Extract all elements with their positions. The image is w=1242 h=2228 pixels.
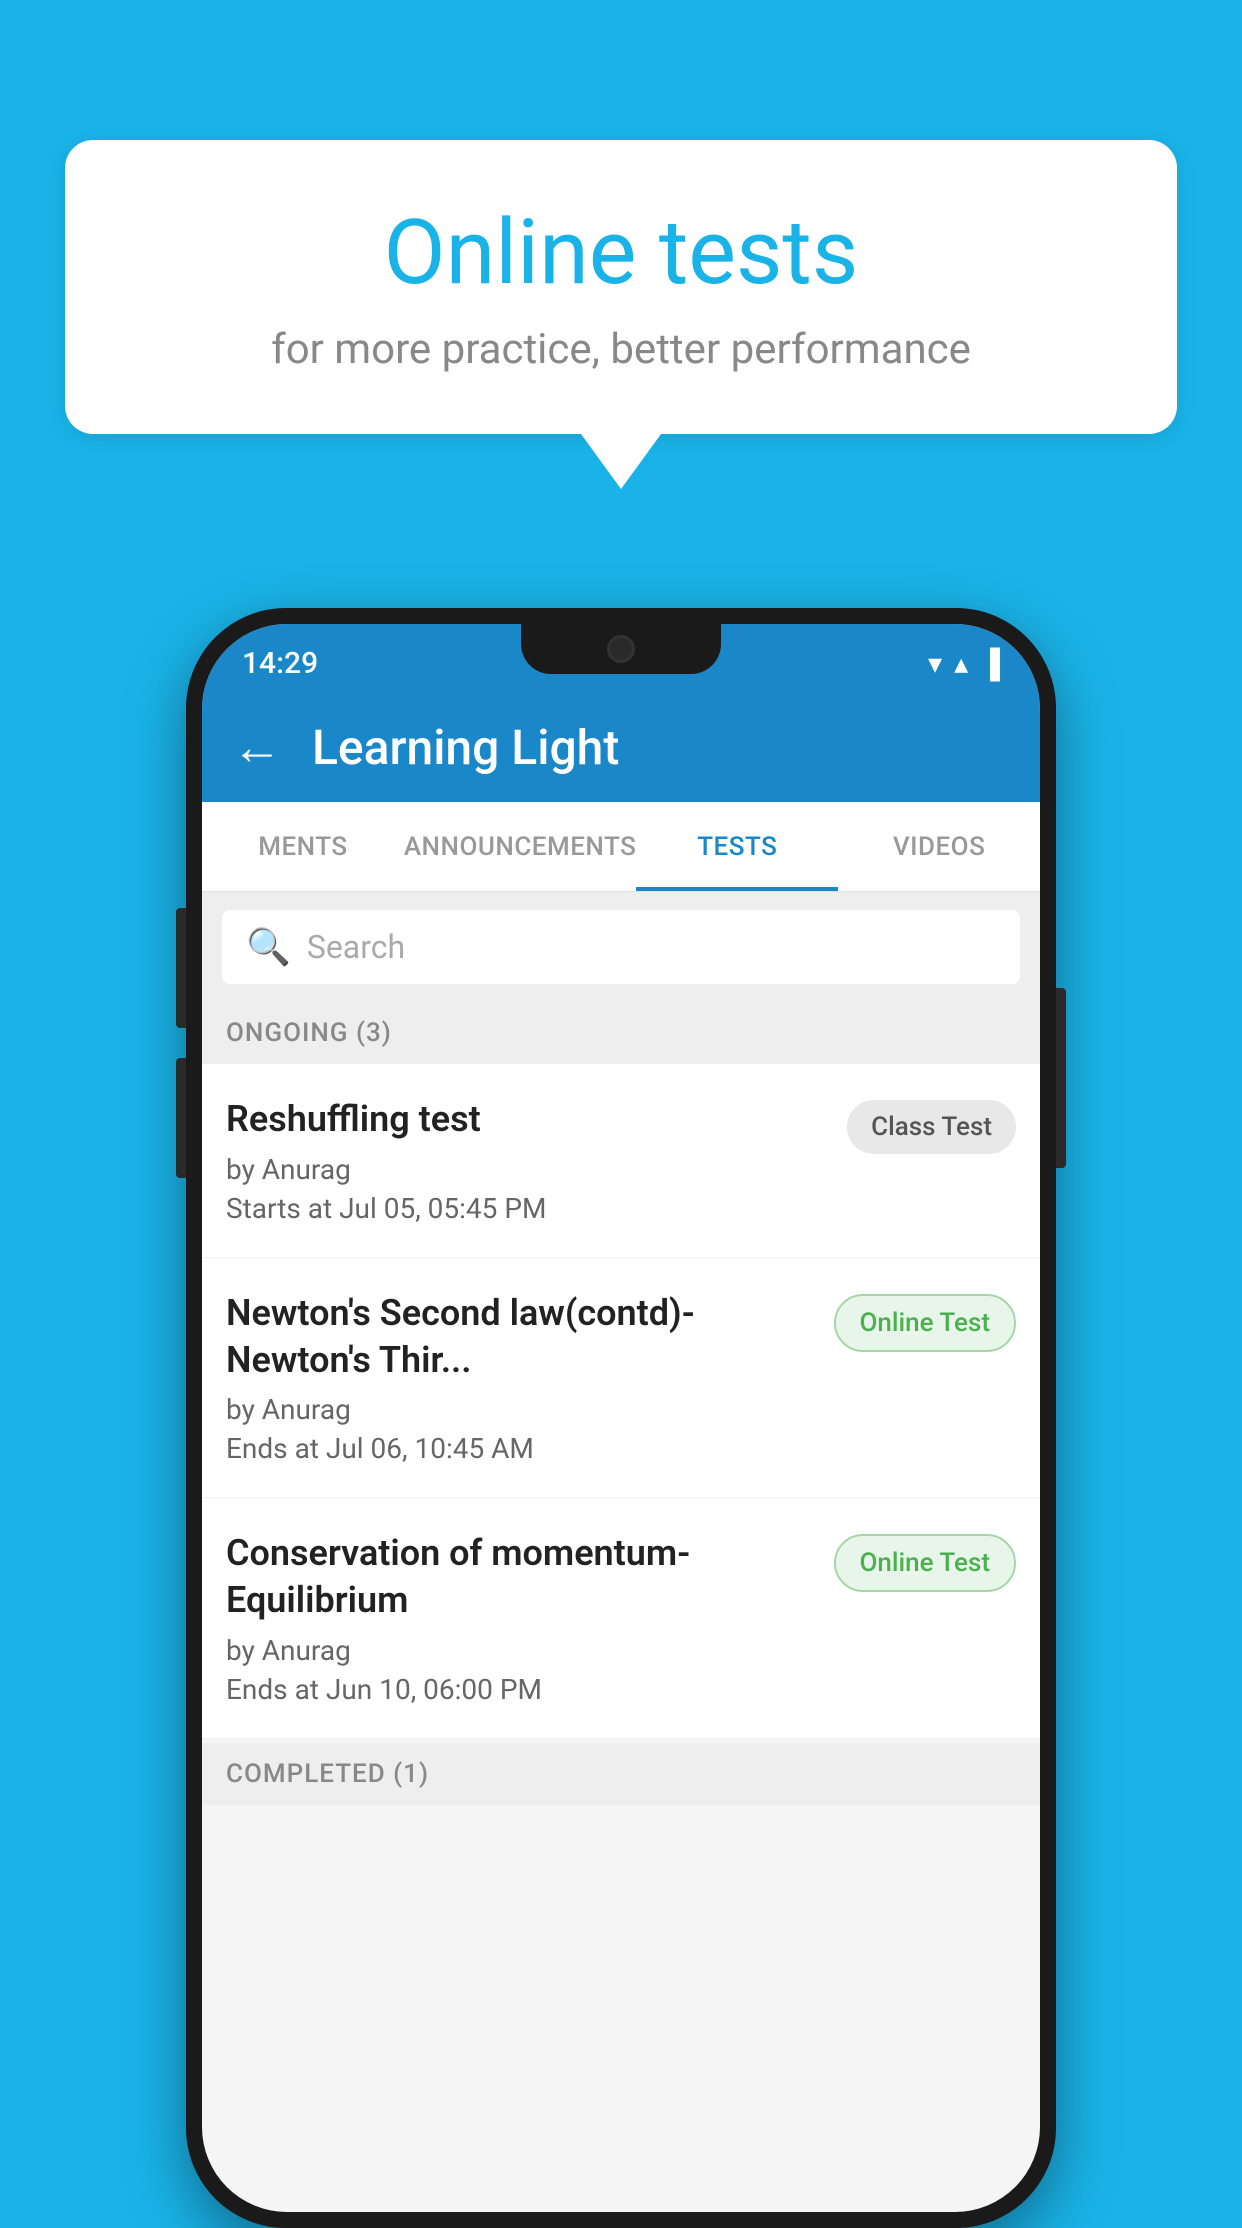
completed-label: COMPLETED (1) (226, 1759, 429, 1789)
signal-icon: ▴ (954, 647, 968, 680)
phone-container: 14:29 ▾ ▴ ▐ ← Learning Light MENTS ANNOU… (186, 608, 1056, 2228)
test-item[interactable]: Reshuffling test by Anurag Starts at Jul… (202, 1064, 1040, 1258)
tab-tests[interactable]: TESTS (636, 802, 838, 891)
speech-bubble-container: Online tests for more practice, better p… (65, 140, 1177, 489)
badge-class-test: Class Test (847, 1100, 1016, 1154)
bubble-title: Online tests (135, 200, 1107, 305)
tab-announcements[interactable]: ANNOUNCEMENTS (404, 802, 637, 891)
completed-section-header: COMPLETED (1) (202, 1743, 1040, 1805)
phone-notch (521, 624, 721, 674)
speech-bubble: Online tests for more practice, better p… (65, 140, 1177, 434)
tabs-bar: MENTS ANNOUNCEMENTS TESTS VIDEOS (202, 802, 1040, 892)
back-button[interactable]: ← (232, 718, 282, 777)
bubble-subtitle: for more practice, better performance (135, 325, 1107, 374)
status-icons: ▾ ▴ ▐ (928, 647, 1000, 680)
phone-power-button (1056, 988, 1066, 1168)
test-author: by Anurag (226, 1393, 814, 1426)
test-info: Conservation of momentum-Equilibrium by … (226, 1530, 814, 1706)
test-date: Starts at Jul 05, 05:45 PM (226, 1192, 827, 1225)
test-item[interactable]: Newton's Second law(contd)-Newton's Thir… (202, 1258, 1040, 1499)
phone-screen: 14:29 ▾ ▴ ▐ ← Learning Light MENTS ANNOU… (202, 624, 1040, 2212)
status-time: 14:29 (242, 646, 318, 681)
search-icon: 🔍 (246, 926, 291, 968)
phone-camera (607, 635, 635, 663)
test-item[interactable]: Conservation of momentum-Equilibrium by … (202, 1498, 1040, 1739)
tab-ments[interactable]: MENTS (202, 802, 404, 891)
search-input-wrap[interactable]: 🔍 Search (222, 910, 1020, 984)
ongoing-section-header: ONGOING (3) (202, 1002, 1040, 1064)
test-name: Newton's Second law(contd)-Newton's Thir… (226, 1290, 814, 1384)
phone-vol-up-button (176, 908, 186, 1028)
app-title: Learning Light (312, 719, 619, 776)
phone-outer: 14:29 ▾ ▴ ▐ ← Learning Light MENTS ANNOU… (186, 608, 1056, 2228)
tab-videos[interactable]: VIDEOS (838, 802, 1040, 891)
search-input[interactable]: Search (307, 928, 405, 966)
search-container: 🔍 Search (202, 892, 1040, 1002)
test-name: Reshuffling test (226, 1096, 827, 1143)
battery-icon: ▐ (980, 647, 1000, 680)
test-list: Reshuffling test by Anurag Starts at Jul… (202, 1064, 1040, 1739)
test-author: by Anurag (226, 1634, 814, 1667)
wifi-icon: ▾ (928, 647, 942, 680)
test-date: Ends at Jun 10, 06:00 PM (226, 1673, 814, 1706)
test-author: by Anurag (226, 1153, 827, 1186)
phone-vol-down-button (176, 1058, 186, 1178)
bubble-arrow (581, 434, 661, 489)
ongoing-label: ONGOING (3) (226, 1018, 392, 1048)
test-info: Reshuffling test by Anurag Starts at Jul… (226, 1096, 827, 1225)
test-info: Newton's Second law(contd)-Newton's Thir… (226, 1290, 814, 1466)
test-name: Conservation of momentum-Equilibrium (226, 1530, 814, 1624)
test-date: Ends at Jul 06, 10:45 AM (226, 1432, 814, 1465)
app-bar: ← Learning Light (202, 692, 1040, 802)
badge-online-test: Online Test (834, 1534, 1017, 1592)
badge-online-test: Online Test (834, 1294, 1017, 1352)
